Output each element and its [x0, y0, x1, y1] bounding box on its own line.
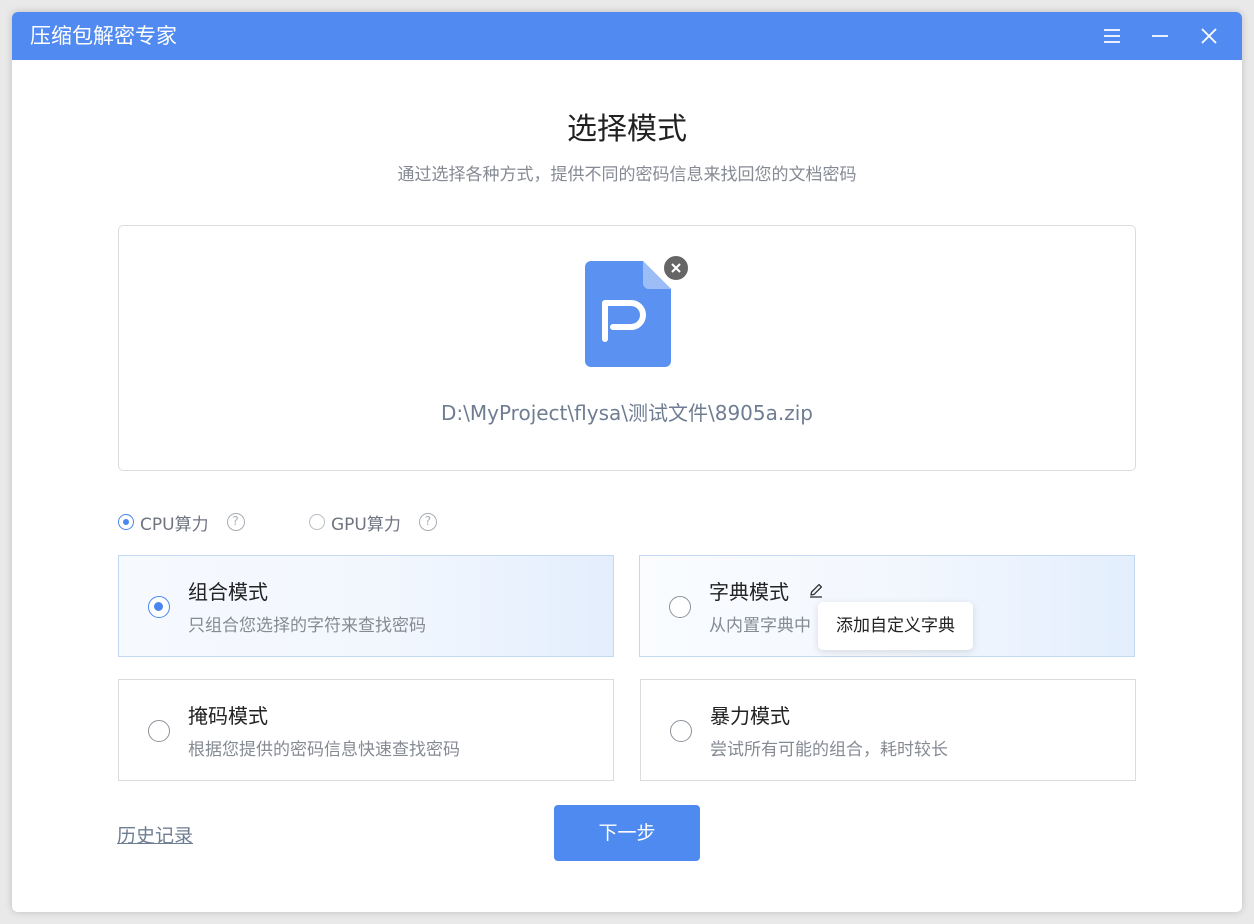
gpu-compute-option[interactable]: GPU算力 ?	[309, 510, 437, 535]
gpu-label: GPU算力	[331, 514, 401, 535]
brute-force-radio[interactable]	[670, 720, 692, 742]
remove-file-icon[interactable]	[662, 254, 690, 282]
app-title: 压缩包解密专家	[30, 24, 177, 48]
cpu-label: CPU算力	[140, 514, 209, 535]
mode-description: 只组合您选择的字符来查找密码	[188, 616, 426, 636]
mode-name: 字典模式	[709, 580, 789, 604]
mode-card-combination[interactable]: 组合模式 只组合您选择的字符来查找密码	[118, 555, 614, 657]
mode-card-brute-force[interactable]: 暴力模式 尝试所有可能的组合，耗时较长	[640, 679, 1136, 781]
document-p-icon	[585, 261, 671, 367]
dictionary-radio[interactable]	[669, 596, 691, 618]
cpu-help-icon[interactable]: ?	[226, 513, 245, 531]
mask-radio[interactable]	[148, 720, 170, 742]
cpu-radio[interactable]	[118, 514, 134, 530]
close-icon[interactable]	[1195, 22, 1223, 50]
cpu-compute-option[interactable]: CPU算力 ?	[118, 510, 245, 535]
next-step-button[interactable]: 下一步	[554, 805, 700, 861]
mode-name: 暴力模式	[710, 704, 790, 728]
page-title: 选择模式	[567, 112, 687, 147]
mode-description: 根据您提供的密码信息快速查找密码	[188, 740, 460, 760]
add-dictionary-tooltip: 添加自定义字典	[818, 602, 973, 650]
minimize-icon[interactable]	[1146, 22, 1174, 50]
menu-icon[interactable]	[1098, 22, 1126, 50]
title-bar: 压缩包解密专家	[12, 12, 1242, 60]
history-link[interactable]: 历史记录	[117, 822, 193, 850]
combination-radio[interactable]	[148, 596, 170, 618]
edit-icon[interactable]	[808, 582, 824, 598]
app-window: 压缩包解密专家 选择模式 通过选择各种方式，提供不同的密码信息来找回您的文档密码	[12, 12, 1242, 912]
mode-description: 尝试所有可能的组合，耗时较长	[710, 740, 948, 760]
page-subtitle: 通过选择各种方式，提供不同的密码信息来找回您的文档密码	[397, 165, 857, 185]
mode-name: 掩码模式	[188, 704, 268, 728]
file-path: D:\MyProject\flysa\测试文件\8905a.zip	[441, 401, 813, 425]
file-drop-area[interactable]: D:\MyProject\flysa\测试文件\8905a.zip	[118, 225, 1136, 471]
mode-name: 组合模式	[188, 580, 268, 604]
gpu-radio[interactable]	[309, 514, 325, 530]
mode-description: 从内置字典中	[709, 616, 811, 636]
mode-card-mask[interactable]: 掩码模式 根据您提供的密码信息快速查找密码	[118, 679, 614, 781]
gpu-help-icon[interactable]: ?	[418, 513, 437, 531]
